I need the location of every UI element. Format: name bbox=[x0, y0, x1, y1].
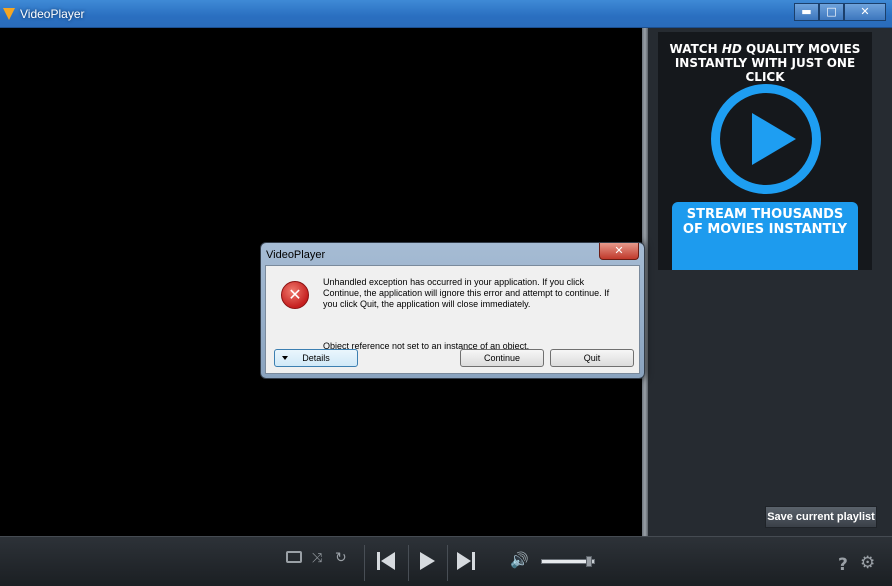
maximize-button[interactable]: □ bbox=[819, 3, 844, 21]
control-separator bbox=[408, 545, 409, 581]
ad-cta-line2: OF MOVIES INSTANTLY bbox=[682, 222, 848, 237]
control-separator bbox=[364, 545, 365, 581]
previous-icon[interactable] bbox=[377, 552, 397, 570]
error-message: Unhandled exception has occurred in your… bbox=[323, 277, 610, 309]
ad-headline-line2: INSTANTLY WITH JUST ONE CLICK bbox=[674, 56, 856, 84]
dialog-title: VideoPlayer bbox=[266, 249, 326, 261]
window-title: VideoPlayer bbox=[20, 7, 85, 21]
playback-control-bar: ⤨ ↻ 🔊 ? ⚙ bbox=[0, 536, 892, 586]
details-button[interactable]: Details bbox=[274, 349, 358, 367]
control-separator bbox=[447, 545, 448, 581]
playlist-panel: WATCH HD QUALITY MOVIES INSTANTLY WITH J… bbox=[648, 28, 892, 536]
ad-cta-line1: STREAM THOUSANDS bbox=[686, 207, 844, 222]
quit-button[interactable]: Quit bbox=[550, 349, 634, 367]
tv-icon[interactable] bbox=[286, 551, 302, 563]
app-logo-icon bbox=[3, 8, 15, 20]
next-icon[interactable] bbox=[457, 552, 477, 570]
play-icon[interactable] bbox=[420, 552, 435, 570]
ad-headline-suffix: QUALITY MOVIES bbox=[741, 42, 861, 56]
volume-icon[interactable]: 🔊 bbox=[510, 551, 529, 569]
help-icon[interactable]: ? bbox=[838, 555, 848, 575]
repeat-icon[interactable]: ↻ bbox=[335, 550, 347, 566]
error-dialog: VideoPlayer ✕ ✕ Unhandled exception has … bbox=[260, 242, 645, 379]
volume-slider[interactable] bbox=[541, 556, 595, 567]
ad-headline-prefix: WATCH bbox=[669, 42, 722, 56]
close-button[interactable]: ✕ bbox=[844, 3, 886, 21]
continue-button[interactable]: Continue bbox=[460, 349, 544, 367]
ad-play-icon[interactable] bbox=[711, 84, 821, 194]
details-button-label: Details bbox=[302, 353, 330, 363]
dialog-body: ✕ Unhandled exception has occurred in yo… bbox=[265, 265, 640, 374]
shuffle-icon[interactable]: ⤨ bbox=[312, 551, 322, 566]
volume-slider-handle[interactable] bbox=[585, 556, 592, 567]
ad-cta-button[interactable]: STREAM THOUSANDS OF MOVIES INSTANTLY bbox=[672, 202, 858, 270]
ad-headline-hd: HD bbox=[721, 42, 742, 56]
save-playlist-button[interactable]: Save current playlist bbox=[765, 506, 877, 528]
dialog-close-button[interactable]: ✕ bbox=[599, 243, 639, 260]
advertisement-banner[interactable]: WATCH HD QUALITY MOVIES INSTANTLY WITH J… bbox=[658, 32, 872, 270]
minimize-button[interactable]: ▬ bbox=[794, 3, 819, 21]
error-icon: ✕ bbox=[281, 281, 309, 309]
ad-headline: WATCH HD QUALITY MOVIES INSTANTLY WITH J… bbox=[658, 42, 872, 84]
settings-icon[interactable]: ⚙ bbox=[860, 553, 875, 573]
title-bar: VideoPlayer ▬ □ ✕ bbox=[0, 0, 892, 28]
window-controls: ▬ □ ✕ bbox=[794, 3, 886, 21]
chevron-down-icon bbox=[282, 356, 288, 360]
volume-slider-fill bbox=[542, 560, 590, 563]
